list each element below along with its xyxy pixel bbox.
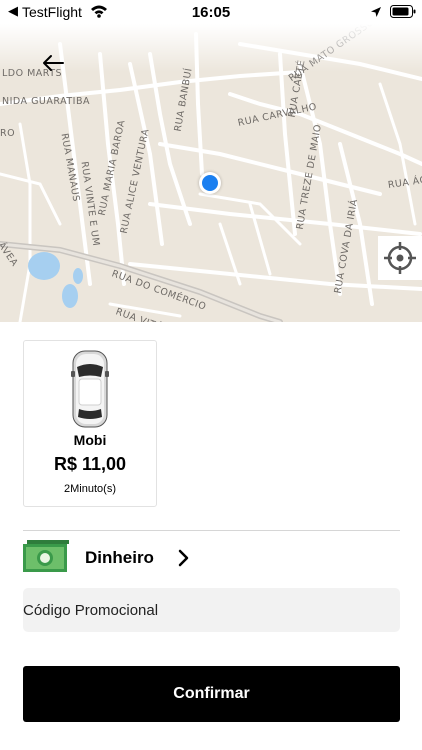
payment-method-label: Dinheiro: [85, 548, 154, 567]
recenter-button[interactable]: [378, 236, 422, 280]
vehicle-option-card[interactable]: Mobi R$ 11,00 2Minuto(s): [23, 340, 157, 507]
cash-icon: [23, 540, 69, 572]
location-arrow-icon: [370, 5, 382, 23]
chevron-right-icon: [178, 549, 189, 567]
car-icon: [71, 350, 109, 428]
status-bar: ◀ TestFlight 16:05: [0, 0, 422, 24]
status-time: 16:05: [191, 4, 231, 21]
street-label: RO: [0, 128, 16, 139]
vehicle-name: Mobi: [73, 432, 107, 448]
vehicle-price: R$ 11,00: [53, 454, 127, 474]
promo-code-label: Código Promocional: [23, 601, 159, 619]
section-divider: [23, 530, 400, 531]
current-location-marker: [199, 172, 221, 194]
map-view[interactable]: LDO MARTS NIDA GUARATIBA RUA BANBUÍ RUA …: [0, 24, 422, 322]
arrow-left-icon: [43, 55, 64, 71]
street-label: NIDA GUARATIBA: [2, 96, 90, 107]
promo-code-field[interactable]: Código Promocional: [23, 588, 400, 632]
crosshair-icon: [384, 242, 416, 274]
back-button[interactable]: [38, 48, 68, 78]
battery-icon: [390, 5, 416, 23]
confirm-button[interactable]: Confirmar: [23, 666, 400, 722]
payment-method-selector[interactable]: Dinheiro: [23, 540, 400, 576]
vehicle-eta: 2Minuto(s): [64, 483, 116, 495]
